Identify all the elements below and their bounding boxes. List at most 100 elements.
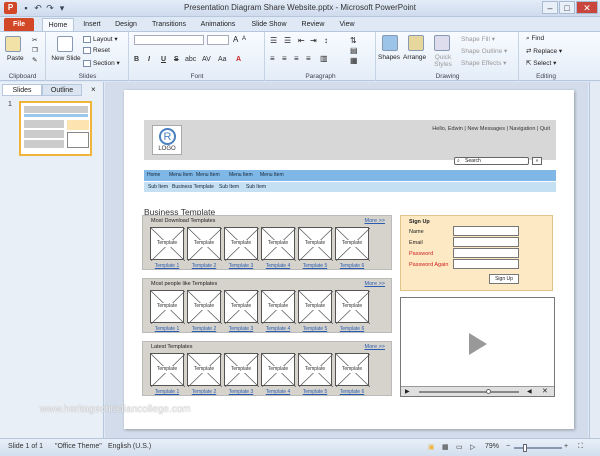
section-button[interactable]: Section ▾ [83, 59, 120, 67]
select-button[interactable]: ⇱ Select ▾ [526, 59, 556, 67]
template-placeholder: Template [335, 227, 370, 261]
play-small-icon: ▶ [405, 389, 410, 395]
fit-slide-icon[interactable]: ⛶ [578, 443, 583, 451]
smartart-icon[interactable]: ▦ [350, 56, 358, 65]
select-label: Select ▾ [533, 60, 557, 67]
bold-button[interactable]: B [134, 56, 139, 63]
clipboard-group: Paste ✂ ❐ ✎ Clipboard [0, 32, 46, 81]
template-label: Template [299, 366, 331, 373]
italic-button[interactable]: I [148, 56, 150, 63]
tab-outline[interactable]: Outline [42, 84, 82, 96]
shadow-button[interactable]: abc [185, 56, 196, 63]
reading-view-icon[interactable]: ▭ [456, 443, 463, 451]
align-center-icon[interactable]: ≡ [282, 54, 287, 63]
tab-animations[interactable]: Animations [197, 18, 239, 31]
tab-home[interactable]: Home [42, 18, 74, 31]
underline-button[interactable]: U [161, 56, 166, 63]
columns-icon[interactable]: ▥ [320, 54, 328, 63]
font-size-select[interactable] [207, 35, 229, 45]
maximize-button[interactable]: □ [559, 1, 575, 14]
layout-button[interactable]: Layout ▾ [83, 35, 118, 43]
tab-transitions[interactable]: Transitions [148, 18, 190, 31]
justify-icon[interactable]: ≡ [306, 54, 311, 63]
tab-insert[interactable]: Insert [78, 18, 106, 31]
thumbnail-video [67, 132, 89, 148]
template-placeholder: Template [224, 290, 259, 324]
decrease-indent-icon[interactable]: ⇤ [298, 36, 305, 45]
quick-styles-button[interactable]: Quick Styles [431, 54, 455, 68]
shrink-font-icon[interactable]: A [242, 36, 246, 42]
thumbnail-panel [24, 120, 64, 128]
numbering-icon[interactable]: ☰ [284, 36, 291, 45]
watermark: www.heritagechristiancollege.com [40, 404, 191, 415]
tab-file[interactable]: File [4, 18, 34, 31]
shape-outline-button[interactable]: Shape Outline ▾ [461, 47, 507, 55]
text-direction-icon[interactable]: ⇅ [350, 36, 357, 45]
copy-icon[interactable]: ❐ [32, 46, 38, 54]
theme-name[interactable]: "Office Theme" [55, 443, 102, 450]
close-button[interactable]: ✕ [576, 1, 598, 14]
tab-slide-show[interactable]: Slide Show [248, 18, 290, 31]
zoom-in-icon[interactable]: + [564, 443, 568, 450]
wireframe-signup-box: Sign Up Name Email Password Password Aga… [400, 215, 553, 291]
normal-view-icon[interactable]: ▣ [428, 443, 435, 451]
quick-styles-icon[interactable] [434, 35, 450, 51]
template-label: Template [188, 240, 220, 247]
format-painter-icon[interactable]: ✎ [32, 56, 37, 64]
slide-canvas[interactable]: R LOGO Hello, Edwin | New Messages | Nav… [124, 90, 574, 429]
arrange-icon[interactable] [408, 35, 424, 51]
paste-icon[interactable] [5, 36, 21, 52]
tab-design[interactable]: Design [112, 18, 140, 31]
zoom-slider[interactable] [514, 447, 562, 449]
cut-icon[interactable]: ✂ [32, 36, 37, 44]
minimize-button[interactable]: – [542, 1, 558, 14]
zoom-level[interactable]: 79% [485, 443, 499, 450]
find-button[interactable]: ⌕ Find [526, 35, 544, 43]
shapes-icon[interactable] [382, 35, 398, 51]
tab-view[interactable]: View [334, 18, 360, 31]
signup-label-password: Password [409, 251, 434, 257]
shapes-button[interactable]: Shapes [378, 54, 400, 61]
shape-fill-button[interactable]: Shape Fill ▾ [461, 35, 495, 43]
template-label: Template [336, 366, 368, 373]
new-slide-icon[interactable] [57, 36, 73, 52]
template-label: Template [262, 303, 294, 310]
new-slide-button[interactable]: New Slide [51, 55, 81, 62]
template-link: Template 1 [154, 326, 180, 332]
change-case-button[interactable]: Aa [218, 56, 227, 63]
registered-logo-icon: R [159, 128, 176, 145]
arrange-button[interactable]: Arrange [403, 54, 426, 61]
slideshow-icon[interactable]: ▷ [470, 443, 475, 451]
character-spacing-button[interactable]: AV [202, 56, 211, 63]
vertical-scrollbar[interactable] [589, 82, 600, 438]
font-color-button[interactable]: A [236, 56, 241, 63]
align-left-icon[interactable]: ≡ [270, 54, 275, 63]
close-pane-icon[interactable]: × [91, 85, 96, 94]
zoom-out-icon[interactable]: − [506, 443, 510, 450]
font-name-select[interactable] [134, 35, 204, 45]
wireframe-menu-item: Menu Item [169, 172, 193, 178]
tab-slides[interactable]: Slides [2, 84, 42, 96]
paste-button[interactable]: Paste [7, 55, 24, 62]
align-text-icon[interactable]: ▤ [350, 46, 358, 55]
zoom-slider-thumb[interactable] [523, 444, 527, 452]
signup-label-email: Email [409, 240, 423, 246]
slide-sorter-icon[interactable]: ▦ [442, 443, 449, 451]
increase-indent-icon[interactable]: ⇥ [310, 36, 317, 45]
bullets-icon[interactable]: ☰ [270, 36, 277, 45]
template-placeholder: Template [150, 353, 185, 387]
shape-effects-button[interactable]: Shape Effects ▾ [461, 59, 506, 67]
paragraph-label: Paragraph [305, 73, 336, 80]
strikethrough-button[interactable]: S [174, 56, 179, 63]
language[interactable]: English (U.S.) [108, 443, 151, 450]
align-right-icon[interactable]: ≡ [294, 54, 299, 63]
grow-font-icon[interactable]: A [233, 35, 238, 44]
line-spacing-icon[interactable]: ↕ [324, 36, 328, 45]
tab-review[interactable]: Review [298, 18, 328, 31]
replace-button[interactable]: ⇄ Replace ▾ [526, 47, 562, 55]
slide-thumbnail[interactable] [19, 101, 92, 156]
reset-button[interactable]: Reset [83, 47, 110, 54]
wireframe-search-box: ⌕ Search [454, 157, 529, 165]
reset-icon [83, 47, 91, 54]
wireframe-menu-item: Menu Item [260, 172, 284, 178]
